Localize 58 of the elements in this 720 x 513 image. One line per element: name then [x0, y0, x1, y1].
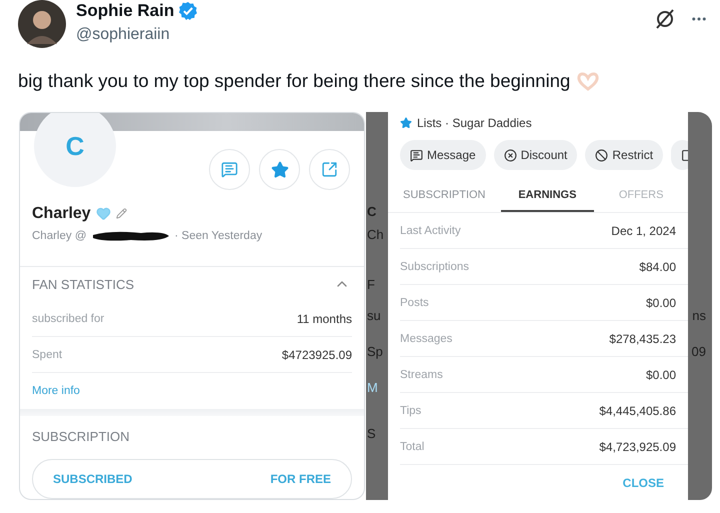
- earnings-value: Dec 1, 2024: [611, 224, 676, 238]
- share-button[interactable]: [309, 149, 350, 190]
- stat-label: Spent: [32, 348, 62, 361]
- backdrop-text: Sp: [367, 344, 383, 359]
- backdrop-text: ns: [692, 308, 706, 323]
- ban-icon: [595, 148, 608, 162]
- stat-label: subscribed for: [32, 313, 104, 326]
- earnings-value: $0.00: [646, 296, 676, 310]
- earnings-value: $4,723,925.09: [599, 440, 676, 454]
- earnings-value: $84.00: [639, 260, 676, 274]
- backdrop-text: F: [367, 277, 375, 292]
- author-handle[interactable]: @sophieraiin: [76, 26, 654, 44]
- fan-username: Charley @: [32, 230, 86, 242]
- message-icon: [221, 161, 238, 178]
- earnings-value: $4,445,405.86: [599, 404, 676, 418]
- backdrop-text: Ch: [367, 227, 384, 242]
- circle-x-icon: [504, 148, 517, 162]
- earnings-label: Posts: [400, 296, 429, 308]
- earnings-value: $0.00: [646, 368, 676, 382]
- heart-hands-icon: [576, 71, 600, 91]
- author-name[interactable]: Sophie Rain: [76, 1, 174, 21]
- last-seen: · Seen Yesterday: [174, 230, 262, 242]
- avatar[interactable]: [18, 0, 66, 48]
- heart-icon: [96, 206, 111, 222]
- profile-avatar: C: [34, 113, 116, 187]
- action-chip[interactable]: [671, 140, 688, 170]
- action-chip[interactable]: Restrict: [585, 140, 664, 170]
- slashed-circle-icon[interactable]: [654, 8, 676, 30]
- backdrop-text: 09: [692, 344, 706, 359]
- list-label: Lists · Sugar Daddies: [417, 116, 532, 130]
- backdrop-text: M: [367, 380, 378, 395]
- post-text: big thank you to my top spender for being there since the beginning: [18, 70, 570, 92]
- tab[interactable]: EARNINGS: [500, 180, 594, 212]
- section-title: FAN STATISTICS: [32, 276, 134, 292]
- backdrop-text: su: [367, 308, 381, 323]
- star-icon: [270, 160, 288, 178]
- favorite-button[interactable]: [259, 149, 300, 190]
- earnings-label: Total: [400, 440, 424, 452]
- fan-name: Charley: [32, 204, 91, 223]
- earnings-label: Last Activity: [400, 224, 461, 236]
- action-chip[interactable]: Message: [400, 140, 486, 170]
- message-button[interactable]: [209, 149, 250, 190]
- star-icon: [400, 117, 412, 129]
- stat-value: $4723925.09: [282, 348, 352, 362]
- message-icon: [410, 148, 423, 162]
- earnings-label: Streams: [400, 368, 443, 380]
- stat-value: 11 months: [296, 312, 352, 326]
- earnings-value: $278,435.23: [609, 332, 676, 346]
- earnings-label: Subscriptions: [400, 260, 470, 272]
- tab[interactable]: SUBSCRIPTION: [388, 180, 500, 212]
- share-icon: [321, 161, 338, 178]
- action-chip[interactable]: Discount: [494, 140, 578, 170]
- edit-icon[interactable]: [116, 208, 127, 220]
- earnings-label: Messages: [400, 332, 452, 344]
- backdrop-text: S: [367, 426, 376, 441]
- backdrop-text: C: [367, 204, 376, 219]
- earnings-label: Tips: [400, 404, 422, 416]
- section-title: SUBSCRIPTION: [32, 429, 130, 444]
